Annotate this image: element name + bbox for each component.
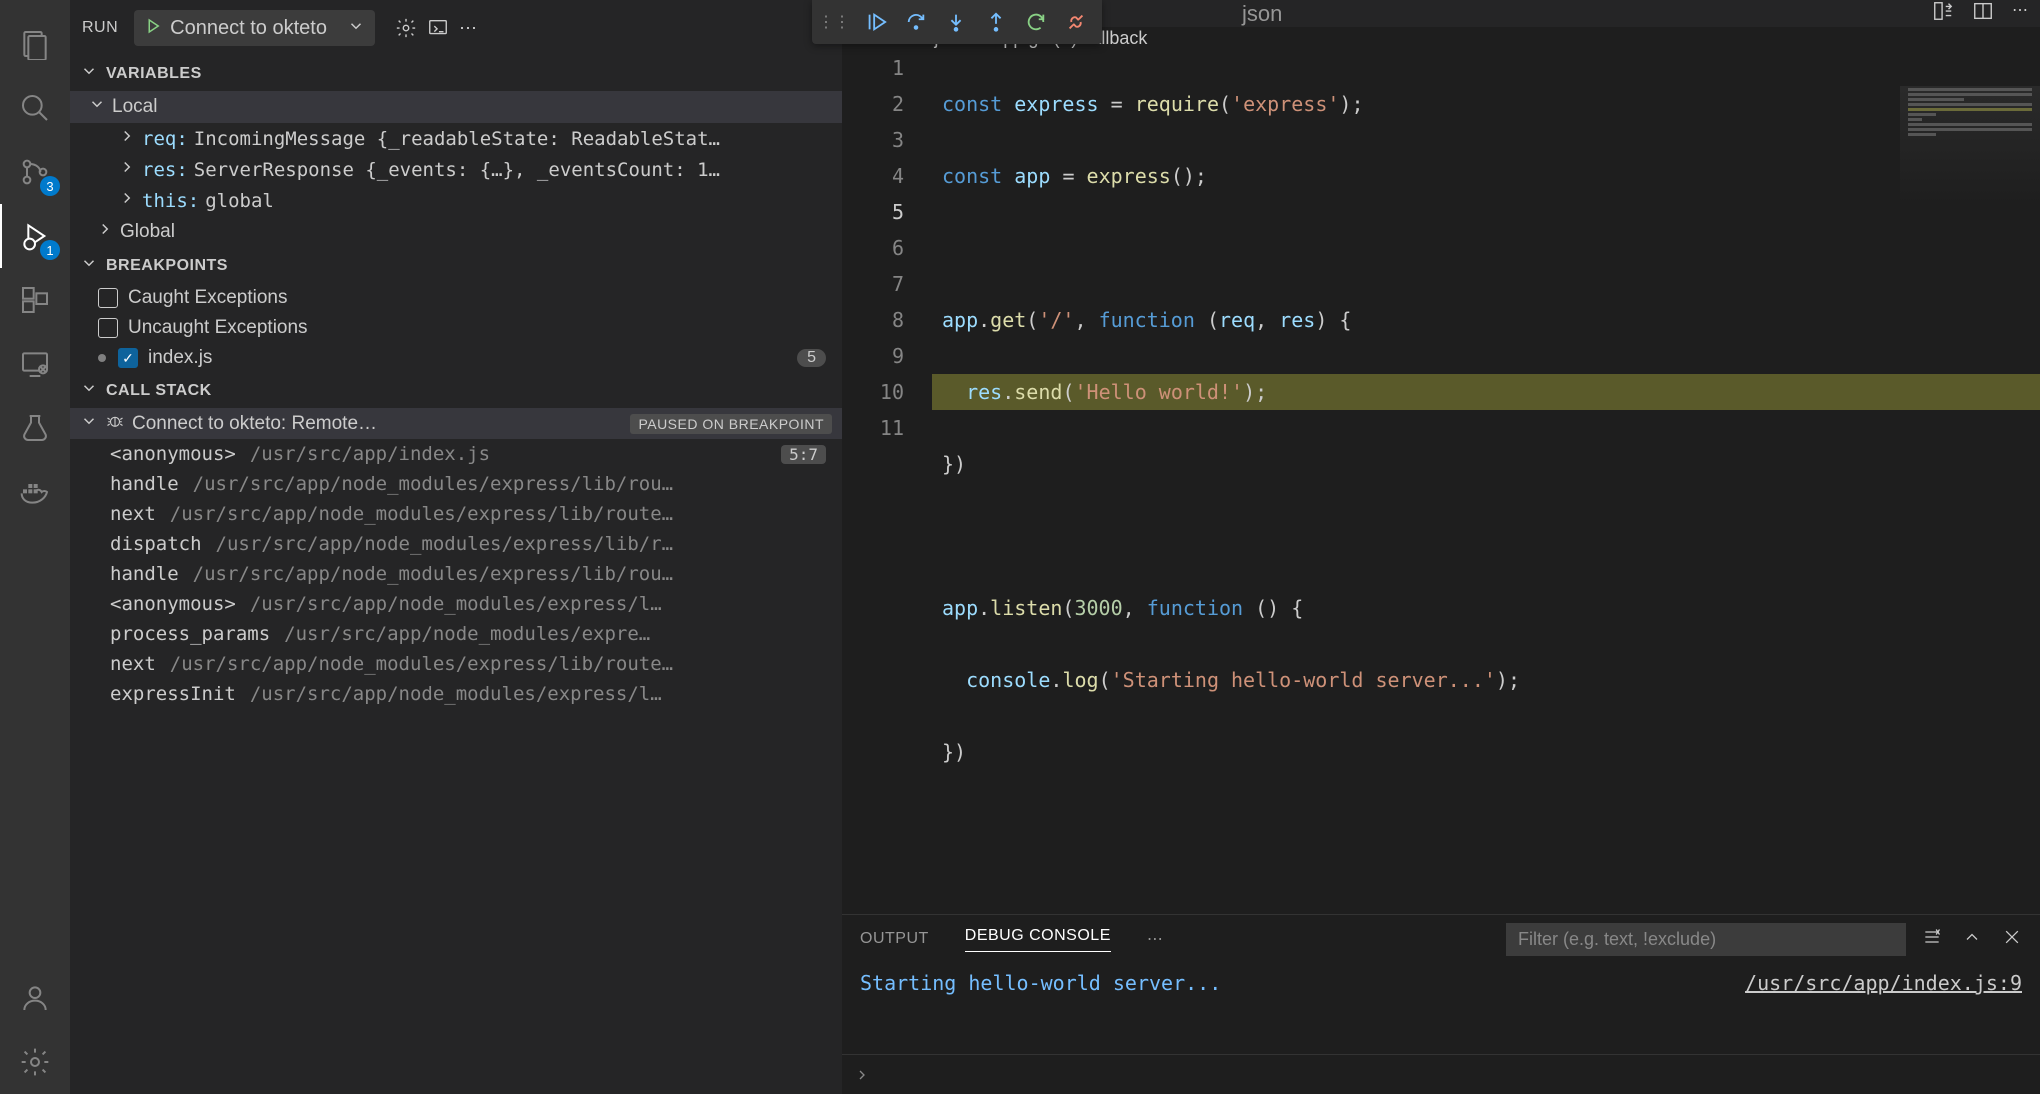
breakpoint-uncaught-exceptions[interactable]: Uncaught Exceptions [70, 313, 842, 343]
scm-icon[interactable]: 3 [0, 140, 70, 204]
chevron-right-icon [96, 220, 114, 244]
breakpoint-dot-icon [98, 354, 106, 362]
stack-frame[interactable]: next/usr/src/app/node_modules/express/li… [70, 649, 842, 679]
debug-console-toggle-icon[interactable] [427, 17, 449, 39]
debug-config-dropdown[interactable]: Connect to okteto [134, 10, 375, 46]
minimap[interactable] [1900, 86, 2040, 286]
more-icon[interactable]: ⋯ [459, 18, 477, 39]
scm-badge: 3 [40, 176, 60, 196]
callstack-session[interactable]: Connect to okteto: Remote… PAUSED ON BRE… [70, 408, 842, 439]
debug-icon[interactable]: 1 [0, 204, 70, 268]
gear-icon[interactable] [395, 17, 417, 39]
account-icon[interactable] [0, 966, 70, 1030]
test-icon[interactable] [0, 396, 70, 460]
stack-frame[interactable]: process_params/usr/src/app/node_modules/… [70, 619, 842, 649]
chevron-down-icon [88, 95, 106, 119]
more-icon[interactable]: ⋯ [2012, 0, 2028, 27]
variable-row[interactable]: res: ServerResponse {_events: {…}, _even… [70, 154, 842, 185]
collapse-icon[interactable] [1962, 927, 1982, 952]
play-icon [144, 17, 162, 40]
disconnect-button[interactable] [1056, 2, 1096, 42]
code-content[interactable]: const express = require('express'); cons… [932, 50, 2040, 914]
tab-output[interactable]: OUTPUT [860, 930, 929, 948]
variables-local-scope[interactable]: Local [70, 91, 842, 123]
checkbox[interactable] [98, 318, 118, 338]
config-name: Connect to okteto [170, 17, 327, 40]
tab-partial[interactable]: json [1242, 1, 1282, 27]
debug-badge: 1 [40, 240, 60, 260]
drag-grip-icon[interactable]: ⋮⋮ [818, 12, 850, 32]
clear-console-icon[interactable] [1922, 927, 1942, 952]
console-input[interactable] [842, 1054, 2040, 1094]
step-over-button[interactable] [896, 2, 936, 42]
debug-toolbar[interactable]: ⋮⋮ [812, 0, 1102, 44]
extensions-icon[interactable] [0, 268, 70, 332]
chevron-down-icon [347, 17, 365, 40]
restart-button[interactable] [1016, 2, 1056, 42]
chevron-right-icon [118, 189, 136, 212]
bug-icon [106, 412, 124, 435]
stack-frame[interactable]: next/usr/src/app/node_modules/express/li… [70, 499, 842, 529]
breakpoint-caught-exceptions[interactable]: Caught Exceptions [70, 283, 842, 313]
tab-debug-console[interactable]: DEBUG CONSOLE [965, 927, 1111, 952]
console-output[interactable]: Starting hello-world server... /usr/src/… [842, 963, 2040, 1054]
compare-icon[interactable] [1932, 0, 1954, 27]
console-source-link[interactable]: /usr/src/app/index.js:9 [1745, 971, 2022, 1046]
debug-sidebar: RUN Connect to okteto ⋯ VARIABLES Local … [70, 0, 842, 1094]
stack-frame[interactable]: <anonymous>/usr/src/app/index.js5:7 [70, 439, 842, 469]
checkbox-checked[interactable]: ✓ [118, 348, 138, 368]
variables-global-scope[interactable]: Global [70, 216, 842, 248]
chevron-down-icon [80, 254, 98, 277]
code-editor[interactable]: 1234 5 67891011 const express = require(… [842, 50, 2040, 914]
checkbox[interactable] [98, 288, 118, 308]
callstack-section[interactable]: CALL STACK [70, 373, 842, 408]
stack-frame[interactable]: dispatch/usr/src/app/node_modules/expres… [70, 529, 842, 559]
close-icon[interactable] [2002, 927, 2022, 952]
activity-bar: 3 1 [0, 0, 70, 1094]
settings-gear-icon[interactable] [0, 1030, 70, 1094]
line-gutter: 1234 5 67891011 [842, 50, 932, 914]
more-icon[interactable]: ⋯ [1147, 929, 1163, 949]
chevron-down-icon [80, 412, 98, 435]
variable-row[interactable]: this: global [70, 185, 842, 216]
panel-tablist: OUTPUT DEBUG CONSOLE ⋯ [842, 915, 2040, 963]
sidebar-header: RUN Connect to okteto ⋯ [70, 0, 842, 56]
chevron-down-icon [80, 62, 98, 85]
bottom-panel: OUTPUT DEBUG CONSOLE ⋯ Starting hello-wo… [842, 914, 2040, 1094]
stack-frame[interactable]: expressInit/usr/src/app/node_modules/exp… [70, 679, 842, 709]
split-editor-icon[interactable] [1972, 0, 1994, 27]
stack-frame[interactable]: handle/usr/src/app/node_modules/express/… [70, 559, 842, 589]
search-icon[interactable] [0, 76, 70, 140]
variable-row[interactable]: req: IncomingMessage {_readableState: Re… [70, 123, 842, 154]
explorer-icon[interactable] [0, 12, 70, 76]
chevron-right-icon [118, 158, 136, 181]
run-label: RUN [82, 19, 118, 37]
stack-frame[interactable]: <anonymous>/usr/src/app/node_modules/exp… [70, 589, 842, 619]
stack-frame[interactable]: handle/usr/src/app/node_modules/express/… [70, 469, 842, 499]
docker-icon[interactable] [0, 460, 70, 524]
continue-button[interactable] [856, 2, 896, 42]
variables-section[interactable]: VARIABLES [70, 56, 842, 91]
editor-area: json ⋯ JS index.js › app.get('/') callba… [842, 0, 2040, 1094]
chevron-right-icon [118, 127, 136, 150]
chevron-down-icon [80, 379, 98, 402]
remote-explorer-icon[interactable] [0, 332, 70, 396]
breakpoints-section[interactable]: BREAKPOINTS [70, 248, 842, 283]
step-out-button[interactable] [976, 2, 1016, 42]
filter-input[interactable] [1506, 923, 1906, 956]
step-into-button[interactable] [936, 2, 976, 42]
breakpoint-file[interactable]: ✓ index.js 5 [70, 343, 842, 373]
